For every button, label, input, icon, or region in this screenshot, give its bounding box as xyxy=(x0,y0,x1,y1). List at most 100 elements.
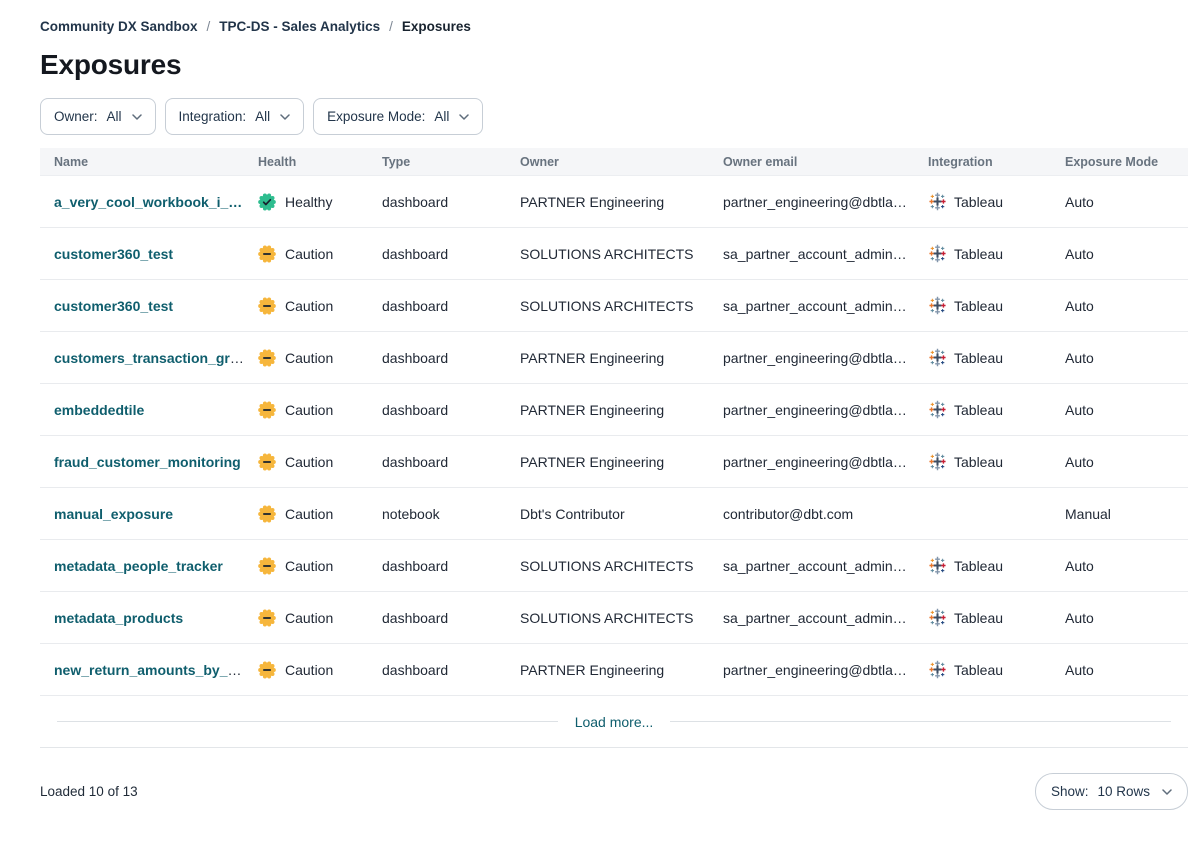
health-label: Caution xyxy=(285,506,333,522)
health-badge-icon xyxy=(258,557,276,575)
divider-line xyxy=(670,721,1171,722)
health-label: Caution xyxy=(285,558,333,574)
health-label: Caution xyxy=(285,402,333,418)
exposure-mode-cell: Auto xyxy=(1065,610,1188,626)
type-cell: dashboard xyxy=(382,402,520,418)
name-cell: a_very_cool_workbook_i_… xyxy=(40,194,258,210)
exposure-name-link[interactable]: fraud_customer_monitoring xyxy=(54,454,241,470)
name-cell: customer360_test xyxy=(40,298,258,314)
integration-cell: Tableau xyxy=(928,608,1065,627)
type-cell: notebook xyxy=(382,506,520,522)
column-header-owner: Owner xyxy=(520,155,723,169)
exposure-mode-filter-dropdown[interactable]: Exposure Mode: All xyxy=(313,98,483,135)
table-body: a_very_cool_workbook_i_… Healthy dashboa… xyxy=(40,176,1188,696)
chevron-down-icon xyxy=(132,114,142,120)
health-cell: Caution xyxy=(258,661,382,679)
owner-email-cell: contributor@dbt.com xyxy=(723,506,928,522)
health-badge-icon xyxy=(258,609,276,627)
owner-email-cell: sa_partner_account_admin… xyxy=(723,610,928,626)
health-badge-icon xyxy=(258,245,276,263)
page-title: Exposures xyxy=(40,49,1188,81)
exposures-table: Name Health Type Owner Owner email Integ… xyxy=(40,148,1188,748)
tableau-logo-icon xyxy=(928,296,947,315)
tableau-logo-icon xyxy=(928,608,947,627)
name-cell: customers_transaction_gro… xyxy=(40,350,258,366)
exposure-name-link[interactable]: metadata_people_tracker xyxy=(54,558,223,574)
health-cell: Caution xyxy=(258,557,382,575)
exposure-mode-cell: Auto xyxy=(1065,246,1188,262)
load-more-link[interactable]: Load more... xyxy=(575,714,654,730)
owner-cell: SOLUTIONS ARCHITECTS xyxy=(520,246,723,262)
integration-filter-dropdown[interactable]: Integration: All xyxy=(165,98,305,135)
health-badge-icon xyxy=(258,297,276,315)
divider-line xyxy=(57,721,558,722)
integration-label: Tableau xyxy=(954,194,1003,210)
health-badge-icon xyxy=(258,401,276,419)
column-header-exposure-mode: Exposure Mode xyxy=(1065,155,1188,169)
integration-cell: Tableau xyxy=(928,192,1065,211)
exposure-mode-cell: Auto xyxy=(1065,558,1188,574)
chevron-down-icon xyxy=(280,114,290,120)
column-header-health: Health xyxy=(258,155,382,169)
type-cell: dashboard xyxy=(382,298,520,314)
table-row: new_return_amounts_by_t… Caution dashboa… xyxy=(40,644,1188,696)
filter-label: Exposure Mode: xyxy=(327,109,425,124)
integration-label: Tableau xyxy=(954,350,1003,366)
column-header-type: Type xyxy=(382,155,520,169)
filter-value: All xyxy=(107,109,122,124)
exposure-mode-cell: Auto xyxy=(1065,402,1188,418)
table-row: manual_exposure Caution notebook Dbt's C… xyxy=(40,488,1188,540)
health-cell: Caution xyxy=(258,609,382,627)
breadcrumb-separator: / xyxy=(389,19,393,34)
column-header-integration: Integration xyxy=(928,155,1065,169)
owner-cell: SOLUTIONS ARCHITECTS xyxy=(520,610,723,626)
health-label: Caution xyxy=(285,454,333,470)
show-rows-dropdown[interactable]: Show: 10 Rows xyxy=(1035,773,1188,810)
breadcrumb-project[interactable]: Community DX Sandbox xyxy=(40,19,198,34)
type-cell: dashboard xyxy=(382,558,520,574)
owner-cell: PARTNER Engineering xyxy=(520,662,723,678)
table-row: metadata_products Caution dashboard SOLU… xyxy=(40,592,1188,644)
exposure-name-link[interactable]: customer360_test xyxy=(54,298,173,314)
owner-cell: Dbt's Contributor xyxy=(520,506,723,522)
health-badge-icon xyxy=(258,505,276,523)
owner-filter-dropdown[interactable]: Owner: All xyxy=(40,98,156,135)
type-cell: dashboard xyxy=(382,246,520,262)
exposure-name-link[interactable]: a_very_cool_workbook_i_… xyxy=(54,194,242,210)
breadcrumb-current-exposures: Exposures xyxy=(402,19,471,34)
tableau-logo-icon xyxy=(928,192,947,211)
exposure-name-link[interactable]: metadata_products xyxy=(54,610,183,626)
health-cell: Caution xyxy=(258,505,382,523)
exposure-name-link[interactable]: embeddedtile xyxy=(54,402,144,418)
owner-email-cell: partner_engineering@dbtla… xyxy=(723,402,928,418)
exposure-name-link[interactable]: manual_exposure xyxy=(54,506,173,522)
table-row: embeddedtile Caution dashboard PARTNER E… xyxy=(40,384,1188,436)
exposure-name-link[interactable]: new_return_amounts_by_t… xyxy=(54,662,246,678)
exposure-name-link[interactable]: customer360_test xyxy=(54,246,173,262)
exposure-mode-cell: Auto xyxy=(1065,298,1188,314)
type-cell: dashboard xyxy=(382,662,520,678)
integration-cell: Tableau xyxy=(928,556,1065,575)
filter-value: All xyxy=(255,109,270,124)
column-header-name: Name xyxy=(40,155,258,169)
name-cell: metadata_products xyxy=(40,610,258,626)
type-cell: dashboard xyxy=(382,194,520,210)
chevron-down-icon xyxy=(459,114,469,120)
owner-email-cell: partner_engineering@dbtla… xyxy=(723,662,928,678)
owner-cell: PARTNER Engineering xyxy=(520,402,723,418)
integration-label: Tableau xyxy=(954,298,1003,314)
exposures-page: Community DX Sandbox / TPC-DS - Sales An… xyxy=(0,0,1198,810)
integration-label: Tableau xyxy=(954,662,1003,678)
exposure-mode-cell: Auto xyxy=(1065,350,1188,366)
exposure-mode-cell: Auto xyxy=(1065,194,1188,210)
integration-cell: Tableau xyxy=(928,244,1065,263)
health-badge-icon xyxy=(258,349,276,367)
exposure-name-link[interactable]: customers_transaction_gro… xyxy=(54,350,252,366)
exposure-mode-cell: Auto xyxy=(1065,662,1188,678)
show-label: Show: xyxy=(1051,784,1089,799)
filter-label: Integration: xyxy=(179,109,247,124)
breadcrumb-environment[interactable]: TPC-DS - Sales Analytics xyxy=(219,19,380,34)
health-label: Healthy xyxy=(285,194,332,210)
owner-email-cell: partner_engineering@dbtla… xyxy=(723,194,928,210)
health-badge-icon xyxy=(258,193,276,211)
